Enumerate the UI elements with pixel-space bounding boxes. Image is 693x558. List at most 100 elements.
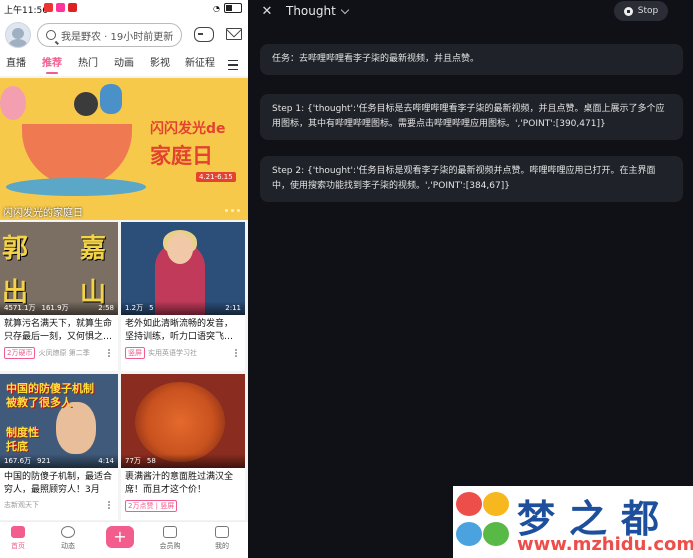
stop-label: Stop (637, 6, 659, 16)
nav-vip-shop[interactable]: 会员购 (150, 526, 190, 551)
step-message: Step 1: {'thought':'任务目标是去哔哩哔哩看李子柒的最新视频，… (260, 94, 683, 140)
video-source: 2万点赞 | 竖屏 (121, 498, 245, 514)
tab-anime[interactable]: 动画 (110, 52, 138, 76)
comment-count: 5 (149, 304, 154, 312)
video-duration: 2:11 (225, 304, 241, 312)
video-author: 火凤燎原 第二季 (38, 349, 90, 357)
logo-bubble (483, 522, 509, 546)
thumbnail-text: 被教了很多人 (6, 396, 72, 409)
play-count: 167.6万 (4, 457, 32, 465)
video-thumbnail: 77万 58 (121, 374, 245, 468)
thumbnail-text: 嘉 (80, 234, 107, 264)
video-source: 志新观天下 (0, 498, 118, 512)
video-title: 老外如此清晰流畅的发音，坚持训练，听力口语突飞… (125, 319, 234, 342)
video-thumbnail: 中国的防傻子机制 被教了很多人 制度性 托底 167.6万 921 4:14 (0, 374, 118, 468)
agent-panel: ✕ Thought Stop 任务：去哔哩哔哩看李子柒的最新视频，并且点赞。 S… (248, 0, 693, 558)
comment-count: 58 (146, 457, 156, 465)
tab-movies[interactable]: 影视 (146, 52, 174, 76)
tv-icon (215, 526, 229, 538)
nav-mine-label: 我的 (215, 542, 229, 550)
carousel-indicator (225, 209, 240, 212)
thumbnail-text: 托底 (6, 440, 28, 453)
more-options-icon[interactable] (235, 349, 239, 357)
publish-button[interactable]: + (106, 526, 134, 548)
logo-bubble (483, 492, 509, 516)
stop-button[interactable]: Stop (614, 1, 668, 21)
tab-popular[interactable]: 热门 (74, 52, 102, 76)
banner-decoration (0, 86, 26, 120)
video-card[interactable]: 郭 嘉 出 山 4571.1万 161.9万 2:58 就算污名满天下，就算生命… (0, 222, 118, 371)
status-bar: 上午11:56 ◔ (0, 0, 248, 18)
video-stats: 167.6万 921 4:14 (0, 454, 118, 468)
avatar[interactable] (5, 22, 31, 48)
video-badge: 2万点赞 | 竖屏 (125, 500, 178, 512)
presenter-face (167, 234, 193, 264)
logo-bubble (456, 522, 482, 546)
video-thumbnail: 郭 嘉 出 山 4571.1万 161.9万 2:58 (0, 222, 118, 315)
bottom-navigation: 首页 动态 + 会员购 我的 (0, 521, 248, 558)
teacup-illustration (22, 124, 132, 186)
play-count: 4571.1万 (4, 304, 36, 312)
watermark: 梦之都 www.mzhidu.com (453, 486, 693, 558)
tab-recommend[interactable]: 推荐 (38, 52, 66, 76)
video-stats: 1.2万 5 2:11 (121, 301, 245, 315)
comment-count: 921 (37, 457, 51, 465)
nav-dynamic-label: 动态 (61, 542, 75, 550)
video-badge: 竖屏 (125, 347, 145, 359)
video-duration: 2:58 (98, 304, 114, 312)
tab-live[interactable]: 直播 (2, 52, 30, 76)
logo-bubble (456, 492, 482, 516)
notification-icon (44, 3, 53, 12)
watermark-url: www.mzhidu.com (517, 534, 693, 555)
video-duration: 4:14 (98, 457, 114, 465)
video-source: 竖屏 实用英语学习社 (121, 345, 245, 361)
notification-icon (68, 3, 77, 12)
search-placeholder: 我是野农 · 19小时前更新 (61, 31, 174, 43)
more-options-icon[interactable] (108, 349, 112, 357)
banner-date: 4.21-6.15 (196, 172, 236, 182)
banner-title-line1: 闪闪发光de (150, 121, 226, 137)
menu-icon[interactable] (228, 60, 238, 70)
play-count: 1.2万 (125, 304, 144, 312)
search-icon (46, 30, 56, 40)
model-selector[interactable]: Thought (286, 4, 350, 18)
step-message: Step 2: {'thought':'任务目标是观看李子柒的最新视频并点赞。哔… (260, 156, 683, 202)
video-title: 中国的防傻子机制，最适合穷人，最照顾穷人！3月1… (4, 472, 113, 495)
video-badge: 2万硬币 (4, 347, 36, 359)
play-count: 77万 (125, 457, 141, 465)
nav-mine[interactable]: 我的 (202, 526, 242, 551)
status-notification-icons (44, 3, 77, 12)
game-center-icon[interactable] (194, 27, 214, 42)
task-message: 任务：去哔哩哔哩看李子柒的最新视频，并且点赞。 (260, 44, 683, 75)
video-card[interactable]: 1.2万 5 2:11 老外如此清晰流畅的发音，坚持训练，听力口语突飞… 竖屏 … (121, 222, 245, 371)
video-card[interactable]: 中国的防傻子机制 被教了很多人 制度性 托底 167.6万 921 4:14 中… (0, 374, 118, 520)
home-icon (11, 526, 25, 538)
nav-home-label: 首页 (11, 542, 25, 550)
app-header: 我是野农 · 19小时前更新 (0, 18, 248, 52)
more-options-icon[interactable] (108, 501, 112, 509)
battery-icon (224, 3, 242, 13)
wifi-icon: ◔ (213, 3, 220, 13)
chevron-down-icon (340, 5, 350, 14)
video-thumbnail: 1.2万 5 2:11 (121, 222, 245, 315)
video-author: 志新观天下 (4, 501, 39, 509)
family-figure (74, 92, 98, 116)
banner-caption: 闪闪发光的家庭日 (3, 208, 83, 219)
nav-home[interactable]: 首页 (0, 526, 38, 551)
search-input[interactable]: 我是野农 · 19小时前更新 (37, 23, 182, 47)
mail-icon[interactable] (226, 28, 242, 40)
tab-new-journey[interactable]: 新征程 (180, 52, 220, 76)
video-author: 实用英语学习社 (148, 349, 197, 357)
thumbnail-text: 郭 (2, 234, 29, 264)
notification-icon (56, 3, 65, 12)
banner-title-line2: 家庭日 (150, 144, 213, 168)
comment-count: 161.9万 (41, 304, 69, 312)
close-icon[interactable]: ✕ (260, 5, 274, 19)
video-title: 裹满酱汁的意面胜过满汉全席！而且才这个价！ (125, 472, 234, 495)
nav-dynamic[interactable]: 动态 (48, 526, 88, 551)
video-card[interactable]: 77万 58 裹满酱汁的意面胜过满汉全席！而且才这个价！ 2万点赞 | 竖屏 (121, 374, 245, 520)
video-title: 就算污名满天下，就算生命只存最后一刻，又何惧之… (4, 319, 113, 342)
featured-banner[interactable]: 闪闪发光de 家庭日 4.21-6.15 闪闪发光的家庭日 (0, 78, 248, 220)
status-system-icons: ◔ (213, 3, 242, 13)
dynamic-icon (61, 526, 75, 538)
